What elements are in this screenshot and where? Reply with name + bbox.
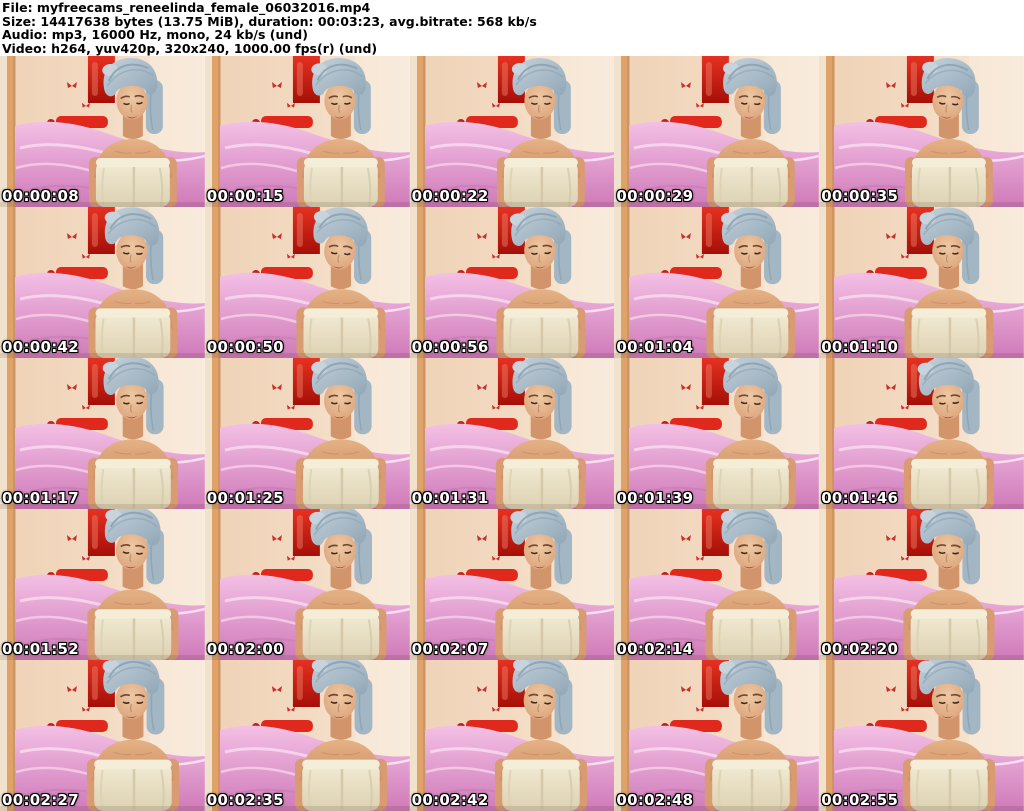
timestamp-overlay: 00:02:07 [411, 640, 489, 658]
video-thumbnail: 00:00:35 [819, 56, 1024, 207]
timestamp-overlay: 00:00:15 [206, 187, 284, 205]
thumbnail-image [819, 207, 1024, 358]
thumbnail-image [0, 509, 205, 660]
video-thumbnail: 00:01:04 [614, 207, 820, 358]
contact-sheet: File: myfreecams_reneelinda_female_06032… [0, 0, 1024, 811]
timestamp-overlay: 00:02:20 [821, 640, 899, 658]
video-thumbnail: 00:01:10 [819, 207, 1024, 358]
timestamp-overlay: 00:01:46 [821, 489, 899, 507]
timestamp-overlay: 00:01:52 [2, 640, 80, 658]
audio-info-line: Audio: mp3, 16000 Hz, mono, 24 kb/s (und… [2, 27, 308, 43]
timestamp-overlay: 00:02:00 [206, 640, 284, 658]
video-thumbnail: 00:00:56 [409, 207, 615, 358]
video-thumbnail: 00:02:35 [204, 660, 410, 811]
video-thumbnail: 00:01:31 [409, 358, 615, 509]
thumbnail-image [0, 660, 205, 811]
timestamp-overlay: 00:01:25 [206, 489, 284, 507]
video-thumbnail: 00:02:55 [819, 660, 1024, 811]
video-thumbnail: 00:01:39 [614, 358, 820, 509]
video-thumbnail: 00:00:50 [204, 207, 410, 358]
file-info-line: File: myfreecams_reneelinda_female_06032… [2, 0, 371, 15]
timestamp-overlay: 00:00:42 [2, 338, 80, 356]
timestamp-overlay: 00:00:35 [821, 187, 899, 205]
thumbnail-image [0, 207, 205, 358]
thumbnail-image [614, 509, 820, 660]
thumbnail-image [204, 358, 410, 509]
timestamp-overlay: 00:00:50 [206, 338, 284, 356]
video-thumbnail: 00:00:42 [0, 207, 205, 358]
timestamp-overlay: 00:02:42 [411, 791, 489, 809]
video-thumbnail: 00:02:48 [614, 660, 820, 811]
thumbnail-grid: 00:00:08 00:00:15 00:00:22 00:00:29 00:0… [0, 56, 1024, 811]
thumbnail-image [0, 358, 205, 509]
thumbnail-image [614, 660, 820, 811]
timestamp-overlay: 00:02:14 [616, 640, 694, 658]
timestamp-overlay: 00:00:29 [616, 187, 694, 205]
video-info-line: Video: h264, yuv420p, 320x240, 1000.00 f… [2, 40, 378, 56]
timestamp-overlay: 00:00:22 [411, 187, 489, 205]
thumbnail-image [819, 509, 1024, 660]
video-thumbnail: 00:02:42 [409, 660, 615, 811]
video-thumbnail: 00:02:20 [819, 509, 1024, 660]
thumbnail-image [409, 56, 615, 207]
thumbnail-image [204, 509, 410, 660]
video-thumbnail: 00:02:00 [204, 509, 410, 660]
video-thumbnail: 00:01:52 [0, 509, 205, 660]
timestamp-overlay: 00:02:48 [616, 791, 694, 809]
thumbnail-image [614, 358, 820, 509]
thumbnail-image [204, 207, 410, 358]
thumbnail-image [614, 56, 820, 207]
timestamp-overlay: 00:01:04 [616, 338, 694, 356]
media-info-header: File: myfreecams_reneelinda_female_06032… [0, 0, 1024, 56]
thumbnail-image [819, 660, 1024, 811]
thumbnail-image [409, 660, 615, 811]
size-info-line: Size: 14417638 bytes (13.75 MiB), durati… [2, 13, 537, 29]
timestamp-overlay: 00:01:31 [411, 489, 489, 507]
thumbnail-image [204, 660, 410, 811]
video-thumbnail: 00:00:15 [204, 56, 410, 207]
video-thumbnail: 00:00:08 [0, 56, 205, 207]
thumbnail-image [409, 207, 615, 358]
video-thumbnail: 00:01:46 [819, 358, 1024, 509]
thumbnail-image [409, 358, 615, 509]
timestamp-overlay: 00:02:35 [206, 791, 284, 809]
thumbnail-image [819, 358, 1024, 509]
video-thumbnail: 00:02:27 [0, 660, 205, 811]
thumbnail-image [614, 207, 820, 358]
thumbnail-image [409, 509, 615, 660]
timestamp-overlay: 00:00:08 [2, 187, 80, 205]
timestamp-overlay: 00:01:10 [821, 338, 899, 356]
video-thumbnail: 00:00:22 [409, 56, 615, 207]
timestamp-overlay: 00:00:56 [411, 338, 489, 356]
timestamp-overlay: 00:02:27 [2, 791, 80, 809]
timestamp-overlay: 00:02:55 [821, 791, 899, 809]
timestamp-overlay: 00:01:39 [616, 489, 694, 507]
video-thumbnail: 00:01:25 [204, 358, 410, 509]
video-thumbnail: 00:01:17 [0, 358, 205, 509]
timestamp-overlay: 00:01:17 [2, 489, 80, 507]
thumbnail-image [819, 56, 1024, 207]
video-thumbnail: 00:02:07 [409, 509, 615, 660]
video-thumbnail: 00:00:29 [614, 56, 820, 207]
video-thumbnail: 00:02:14 [614, 509, 820, 660]
thumbnail-image [0, 56, 205, 207]
thumbnail-image [204, 56, 410, 207]
